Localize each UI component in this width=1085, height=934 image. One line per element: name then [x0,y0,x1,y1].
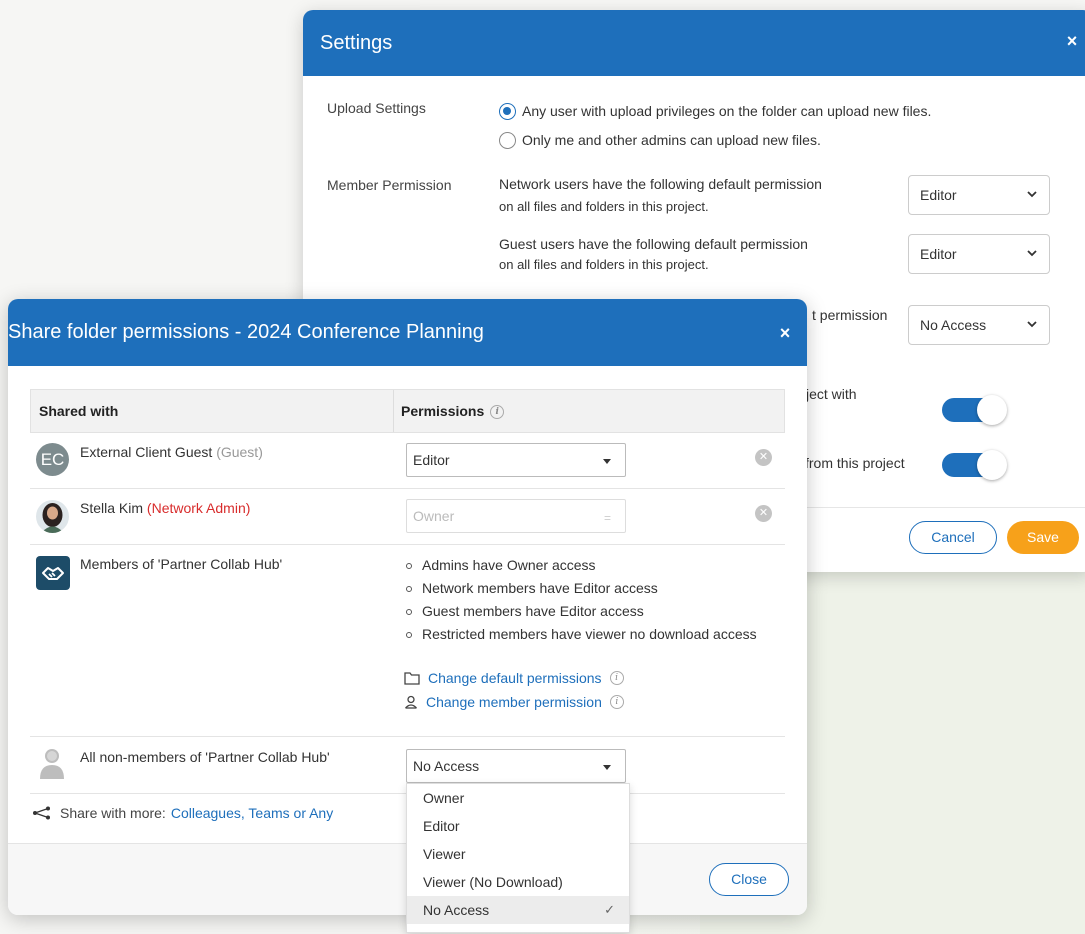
permission-select-value: No Access [413,758,480,774]
settings-header: Settings × [303,10,1085,76]
toggle-1-text: ject with [806,386,857,402]
user-icon [405,695,417,709]
permission-select-value: Owner [413,508,455,524]
close-button[interactable]: Close [709,863,789,896]
upload-admins-only-label: Only me and other admins can upload new … [522,132,821,148]
avatar [36,500,69,533]
info-icon[interactable]: i [609,671,624,685]
share-header: Share folder permissions - 2024 Conferen… [8,299,807,366]
guest-permission-select[interactable]: Editor [908,234,1050,274]
checkmark-icon: ✓ [604,902,615,917]
share-with-more-label: Share with more: [60,805,166,821]
chevron-down-icon [1027,250,1037,257]
shared-user-role: (Guest) [216,444,263,460]
member-permission-label: Member Permission [327,177,452,193]
upload-admins-only-radio[interactable] [499,132,516,149]
network-permission-select[interactable]: Editor [908,175,1050,215]
share-close-icon[interactable]: × [774,322,796,344]
row-divider [30,544,785,545]
guest-permission-text-1: Guest users have the following default p… [499,236,808,252]
toggle-2-switch[interactable] [942,450,1007,480]
list-item: Admins have Owner access [406,554,786,577]
permission-select-value: Editor [413,452,450,468]
remove-icon[interactable]: ✕ [755,449,772,466]
person-icon [40,749,64,779]
table-header: Shared with Permissions i [30,389,785,433]
settings-close-icon[interactable]: × [1061,30,1083,52]
menu-option-owner[interactable]: Owner [407,784,629,812]
share-folder-dialog: Share folder permissions - 2024 Conferen… [8,299,807,933]
permission-dropdown-menu: Owner Editor Viewer Viewer (No Download)… [406,783,630,933]
permission-select-disabled: Owner = [406,499,626,533]
shared-user-role: (Network Admin) [146,500,251,516]
caret-down-icon [603,765,611,770]
shared-with-header: Shared with [39,403,119,419]
upload-any-user-label: Any user with upload privileges on the f… [522,103,932,119]
share-with-more-link[interactable]: Colleagues, Teams or Any [171,805,333,821]
network-permission-text-1: Network users have the following default… [499,176,822,192]
share-icon [33,806,50,820]
row-divider [30,736,785,737]
folder-icon [404,672,420,685]
network-permission-value: Editor [920,187,957,203]
avatar: EC [36,443,69,476]
user-photo-icon [36,500,69,533]
third-permission-text: t permission [812,307,888,323]
cancel-button[interactable]: Cancel [909,521,997,554]
non-members-permission-select[interactable]: No Access [406,749,626,783]
remove-icon[interactable]: ✕ [755,505,772,522]
share-title: Share folder permissions - 2024 Conferen… [8,321,484,343]
toggle-2-text: from this project [805,455,905,471]
info-icon[interactable]: i [490,405,505,420]
caret-down-icon [603,459,611,464]
menu-option-viewer[interactable]: Viewer [407,840,629,868]
change-default-permissions-link[interactable]: Change default permissions i [404,670,624,686]
list-item: Restricted members have viewer no downlo… [406,623,786,646]
shared-user-name-text: External Client Guest [80,444,213,460]
menu-option-editor[interactable]: Editor [407,812,629,840]
list-item: Guest members have Editor access [406,600,786,623]
list-item: Network members have Editor access [406,577,786,600]
menu-option-no-access-label: No Access [423,902,490,918]
header-divider [393,390,394,432]
change-member-permission-link[interactable]: Change member permission i [404,694,624,710]
shared-user-name-text: Stella Kim [80,500,144,516]
row-divider [30,488,785,489]
shared-user-name: Stella Kim (Network Admin) [80,500,250,516]
menu-option-no-access[interactable]: No Access ✓ [407,896,629,924]
non-members-label: All non-members of 'Partner Collab Hub' [80,749,330,765]
permissions-header-label: Permissions [401,403,485,419]
permissions-header: Permissions i [401,403,505,420]
change-default-permissions-text: Change default permissions [428,670,602,686]
guest-permission-text-2: on all files and folders in this project… [499,257,709,272]
change-member-permission-text: Change member permission [426,694,602,710]
guest-permission-value: Editor [920,246,957,262]
chevron-down-icon [1027,321,1037,328]
permission-select[interactable]: Editor [406,443,626,477]
third-permission-select[interactable]: No Access [908,305,1050,345]
locked-icon: = [603,511,611,525]
handshake-icon [36,556,70,590]
third-permission-value: No Access [920,317,987,333]
chevron-down-icon [1027,191,1037,198]
info-icon[interactable]: i [609,695,624,709]
save-button[interactable]: Save [1007,521,1079,554]
settings-title: Settings [320,31,393,54]
group-permission-list: Admins have Owner access Network members… [406,554,786,646]
shared-user-name: External Client Guest (Guest) [80,444,263,460]
upload-any-user-radio[interactable] [499,103,516,120]
network-permission-text-2: on all files and folders in this project… [499,199,709,214]
group-name: Members of 'Partner Collab Hub' [80,556,283,572]
upload-settings-label: Upload Settings [327,100,426,116]
menu-option-viewer-no-download[interactable]: Viewer (No Download) [407,868,629,896]
share-with-more: Share with more: Colleagues, Teams or An… [32,805,333,821]
toggle-1-switch[interactable] [942,395,1007,425]
